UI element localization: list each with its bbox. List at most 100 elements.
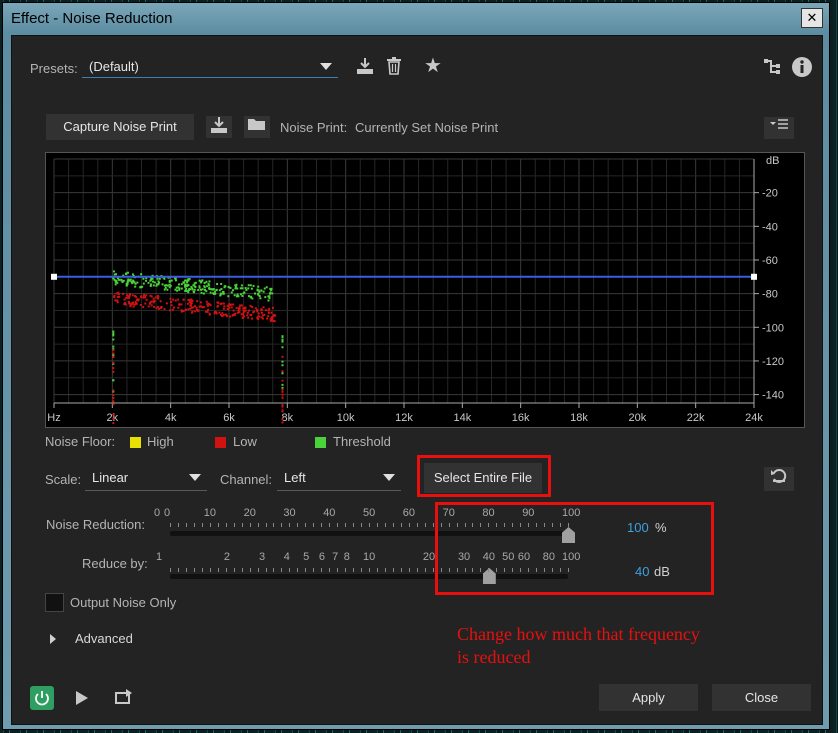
spectrum-point-low <box>248 309 251 312</box>
save-preset-icon[interactable] <box>354 57 376 81</box>
spectrum-point-threshold <box>234 287 237 290</box>
legend-low-label: Low <box>233 434 257 449</box>
spectrum-point-low <box>153 299 156 302</box>
routing-icon[interactable] <box>762 58 782 82</box>
spectrum-point-low <box>226 315 229 318</box>
spectrum-point-threshold <box>212 288 215 291</box>
open-noise-print-folder-icon[interactable] <box>244 116 270 138</box>
save-noise-print-icon[interactable] <box>206 116 232 138</box>
x-tick-label: 14k <box>453 412 471 424</box>
spectrum-point-low <box>223 305 226 308</box>
output-noise-only-checkbox[interactable] <box>45 593 64 612</box>
slider-tick-mark <box>209 523 211 527</box>
spectrum-point-low <box>237 307 240 310</box>
window-close-button[interactable]: ✕ <box>801 8 823 28</box>
spectrum-point-low <box>126 294 129 297</box>
slider-tick-mark <box>297 523 299 527</box>
slider-tick-mark <box>193 568 195 572</box>
spectrum-point-threshold <box>139 286 142 289</box>
spectrum-point-low <box>198 305 201 308</box>
spectrum-point-threshold <box>236 287 239 290</box>
channel-label: Channel: <box>220 472 273 487</box>
spectrum-point-edge <box>112 417 115 420</box>
scale-dropdown[interactable]: Linear <box>85 466 207 491</box>
spectrum-point-edge <box>281 339 284 342</box>
info-icon[interactable] <box>791 56 813 84</box>
reduce-by-label: Reduce by: <box>82 556 148 571</box>
spectrum-point-threshold <box>229 286 232 289</box>
spectrum-point-threshold <box>256 289 259 292</box>
slider-tick-mark <box>177 568 179 572</box>
spectrum-point-threshold <box>212 292 215 295</box>
spectrum-point-low <box>144 302 147 305</box>
spectrum-point-edge <box>112 400 115 403</box>
close-button[interactable]: Close <box>712 684 811 711</box>
threshold-handle-right <box>751 273 757 280</box>
spectrum-point-threshold <box>237 295 240 298</box>
spectrum-point-low <box>222 307 225 310</box>
spectrum-point-low <box>145 298 148 301</box>
spectrum-point-low <box>256 308 259 311</box>
noise-spectrum-graph[interactable]: dB-20-40-60-80-100-120-140Hz2k4k6k8k10k1… <box>45 152 805 428</box>
spectrum-point-edge <box>112 355 115 358</box>
spectrum-point-low <box>260 316 263 319</box>
slider-tick-mark <box>400 523 402 527</box>
slider-tick-mark <box>464 523 466 527</box>
slider-tick-mark <box>265 568 267 572</box>
spectrum-point-threshold <box>174 279 177 282</box>
spectrum-point-low <box>260 311 263 314</box>
advanced-label[interactable]: Advanced <box>75 631 133 646</box>
slider-tick-mark <box>416 568 418 572</box>
capture-noise-print-button[interactable]: Capture Noise Print <box>46 114 194 140</box>
favorite-star-icon[interactable]: ★ <box>422 56 444 76</box>
presets-dropdown[interactable]: (Default) <box>82 55 338 78</box>
legend-swatch-threshold <box>315 437 326 448</box>
spectrum-point-threshold <box>134 285 137 288</box>
spectrum-point-low <box>184 308 187 311</box>
spectrum-point-low <box>134 300 137 303</box>
channel-dropdown[interactable]: Left <box>277 466 401 491</box>
slider-tick-mark <box>552 523 554 527</box>
spectrum-point-low <box>131 294 134 297</box>
spectrum-point-low <box>242 307 245 310</box>
spectrum-point-edge <box>112 413 115 416</box>
advanced-expand-icon[interactable] <box>50 634 56 644</box>
slider-tick-mark <box>289 523 291 527</box>
apply-button[interactable]: Apply <box>599 684 698 711</box>
spectrum-point-threshold <box>227 295 230 298</box>
spectrum-point-low <box>174 299 177 302</box>
slider-tick-mark <box>265 523 267 527</box>
spectrum-point-low <box>156 297 159 300</box>
spectrum-point-threshold <box>254 292 257 295</box>
power-toggle-icon[interactable] <box>30 686 54 710</box>
spectrum-point-low <box>177 306 180 309</box>
title-bar: Effect - Noise Reduction ✕ <box>3 3 829 33</box>
panel-menu-icon[interactable] <box>764 117 794 139</box>
spectrum-point-low <box>129 293 132 296</box>
spectrum-point-low <box>139 295 142 298</box>
spectrum-point-threshold <box>263 287 266 290</box>
slider-tick-mark <box>345 568 347 572</box>
spectrum-point-low <box>230 306 233 309</box>
noise-reduction-tick-label: 50 <box>363 507 376 519</box>
spectrum-point-threshold <box>241 294 244 297</box>
reduce-by-tick-label: 3 <box>258 551 266 563</box>
loop-playback-icon[interactable] <box>112 688 136 712</box>
spectrum-point-threshold <box>163 288 166 291</box>
spectrum-point-threshold <box>262 290 265 293</box>
spectrum-point-low <box>206 304 209 307</box>
play-icon[interactable] <box>76 691 88 705</box>
spectrum-point-low <box>260 308 263 311</box>
spectrum-point-threshold <box>147 281 150 284</box>
spectrum-point-threshold <box>125 282 128 285</box>
slider-tick-mark <box>217 568 219 572</box>
spectrum-point-low <box>169 297 172 300</box>
delete-preset-icon[interactable] <box>384 57 404 81</box>
spectrum-point-low <box>262 306 265 309</box>
slider-tick-mark <box>448 568 450 572</box>
spectrum-point-threshold <box>257 293 260 296</box>
slider-tick-mark <box>281 523 283 527</box>
reset-icon[interactable] <box>764 467 794 491</box>
noise-reduction-label: Noise Reduction: <box>46 517 145 532</box>
spectrum-point-threshold <box>209 291 212 294</box>
